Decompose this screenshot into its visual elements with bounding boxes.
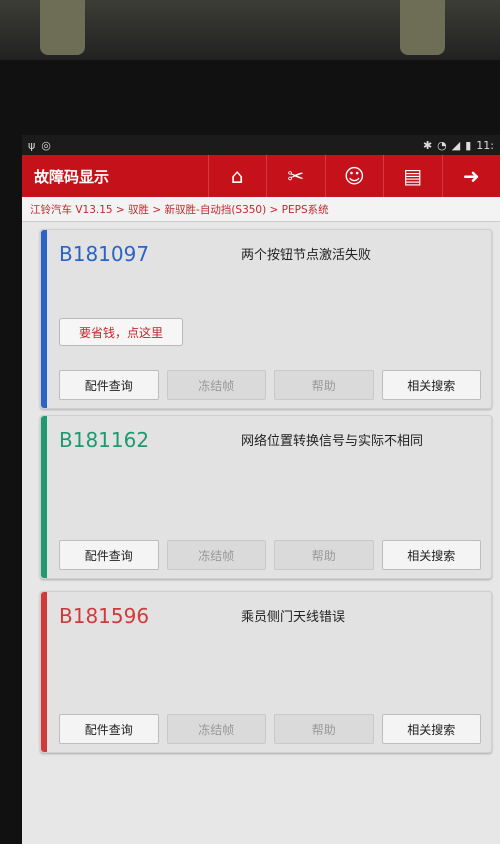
dtc-actions: 配件查询 冻结帧 帮助 相关搜索 [59,540,481,570]
parts-query-button[interactable]: 配件查询 [59,714,159,744]
dtc-actions: 配件查询 冻结帧 帮助 相关搜索 [59,370,481,400]
freeze-frame-button[interactable]: 冻结帧 [166,370,266,400]
dtc-card: B181596 乘员侧门天线错误 配件查询 冻结帧 帮助 相关搜索 [40,591,492,753]
help-button[interactable]: 帮助 [274,540,374,570]
help-button[interactable]: 帮助 [274,714,374,744]
diagnose-icon: ✂ [287,164,305,188]
headrest-post [400,0,445,55]
exit-icon: ➜ [462,164,480,188]
diagnose-button[interactable]: ✂ [266,155,325,197]
dtc-description: 网络位置转换信号与实际不相同 [241,434,424,449]
dtc-code: B181596 [59,604,150,628]
parts-query-button[interactable]: 配件查询 [59,370,159,400]
print-button[interactable]: ▤ [383,155,442,197]
clock: 11: [476,138,494,152]
settings-icon: ◎ [41,138,51,152]
battery-icon: ▮ [465,138,472,152]
headrest-post [40,0,85,55]
user-icon: ☺ [343,164,365,188]
dtc-description: 两个按钮节点激活失败 [241,248,372,263]
home-icon: ⌂ [230,164,244,188]
user-button[interactable]: ☺ [324,155,384,197]
freeze-frame-button[interactable]: 冻结帧 [166,540,266,570]
breadcrumb: 江铃汽车 V13.15 > 驭胜 > 新驭胜-自动挡(S350) > PEPS系… [22,197,500,222]
dtc-description: 乘员侧门天线错误 [241,610,346,625]
dtc-actions: 配件查询 冻结帧 帮助 相关搜索 [59,714,481,744]
dtc-stripe [41,416,47,578]
dtc-code: B181162 [59,428,150,452]
car-interior [0,0,500,60]
parts-query-button[interactable]: 配件查询 [59,540,159,570]
title-bar: 故障码显示 ⌂ ✂ ☺ ▤ ➜ [22,155,500,197]
signal-icon: ◢ [451,138,461,152]
dtc-card: B181162 网络位置转换信号与实际不相同 配件查询 冻结帧 帮助 相关搜索 [40,415,492,579]
tablet-screen: ψ ◎ ✱ ◔ ◢ ▮ 11: 故障码显示 ⌂ ✂ ☺ ▤ ➜ 江铃汽车 V13… [22,135,500,844]
print-icon: ▤ [403,164,423,188]
dtc-code: B181097 [59,242,150,266]
freeze-frame-button[interactable]: 冻结帧 [166,714,266,744]
related-search-button[interactable]: 相关搜索 [381,714,481,744]
home-button[interactable]: ⌂ [207,155,267,197]
save-money-tip[interactable]: 要省钱，点这里 [59,318,183,346]
usb-icon: ψ [28,138,36,152]
help-button[interactable]: 帮助 [274,370,374,400]
page-title: 故障码显示 [34,167,110,186]
exit-button[interactable]: ➜ [441,155,500,197]
status-bar: ψ ◎ ✱ ◔ ◢ ▮ 11: [22,135,500,155]
wifi-icon: ◔ [437,138,447,152]
related-search-button[interactable]: 相关搜索 [381,370,481,400]
bluetooth-icon: ✱ [422,138,433,152]
dtc-stripe [41,230,47,408]
dtc-stripe [41,592,47,752]
dtc-card: B181097 两个按钮节点激活失败 要省钱，点这里 配件查询 冻结帧 帮助 相… [40,229,492,409]
related-search-button[interactable]: 相关搜索 [381,540,481,570]
